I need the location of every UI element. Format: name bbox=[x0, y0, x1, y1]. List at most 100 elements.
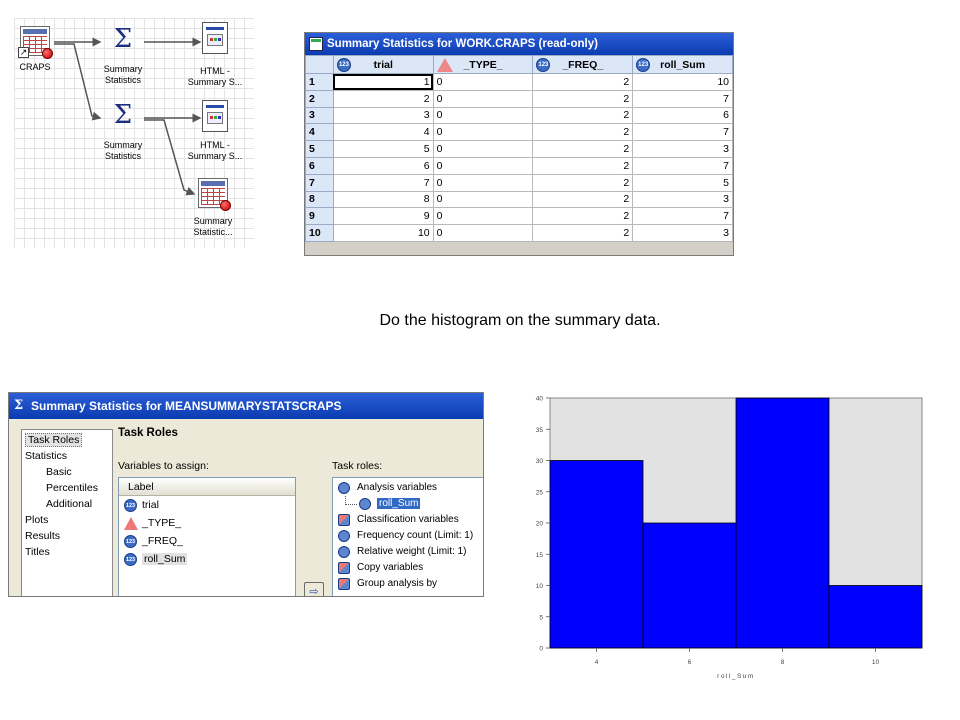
cell-freq[interactable]: 2 bbox=[532, 123, 634, 142]
nav-item-plots[interactable]: Plots bbox=[22, 512, 112, 528]
assign-role-button[interactable]: ⇨ bbox=[304, 582, 324, 596]
table-row[interactable]: 66027 bbox=[305, 156, 733, 175]
table-row[interactable]: 88023 bbox=[305, 190, 733, 209]
nav-item-percentiles[interactable]: Percentiles bbox=[22, 480, 112, 496]
cell-type[interactable]: 0 bbox=[432, 140, 534, 158]
cell-type[interactable]: 0 bbox=[432, 73, 534, 91]
cell-trial[interactable]: 4 bbox=[332, 123, 434, 142]
cell-trial[interactable]: 2 bbox=[332, 89, 434, 108]
flow-node-html-2[interactable]: HTML - Summary S... bbox=[180, 100, 250, 162]
cell-type[interactable]: 0 bbox=[432, 173, 534, 192]
variable-item[interactable]: _TYPE_ bbox=[119, 515, 295, 532]
cell-roll-sum[interactable]: 3 bbox=[632, 190, 733, 209]
cell-trial[interactable]: 1 bbox=[332, 73, 434, 91]
cell-roll-sum[interactable]: 5 bbox=[632, 173, 733, 192]
nav-item-basic[interactable]: Basic bbox=[22, 464, 112, 480]
cell-type[interactable]: 0 bbox=[432, 123, 534, 142]
cell-freq[interactable]: 2 bbox=[532, 140, 634, 158]
cell-trial[interactable]: 3 bbox=[332, 106, 434, 125]
cell-freq[interactable]: 2 bbox=[532, 207, 634, 226]
cell-freq[interactable]: 2 bbox=[532, 156, 634, 175]
column-header-trial[interactable]: 123 trial bbox=[332, 55, 434, 74]
task-role-item[interactable]: Classification variables bbox=[333, 512, 483, 528]
cell-roll-sum[interactable]: 10 bbox=[632, 73, 733, 91]
row-number[interactable]: 7 bbox=[305, 173, 334, 192]
task-role-item[interactable]: Analysis variables bbox=[333, 480, 483, 496]
nav-item-results[interactable]: Results bbox=[22, 528, 112, 544]
column-header-freq[interactable]: 123 _FREQ_ bbox=[532, 55, 634, 74]
cell-trial[interactable]: 9 bbox=[332, 207, 434, 226]
cell-freq[interactable]: 2 bbox=[532, 190, 634, 209]
cell-roll-sum[interactable]: 7 bbox=[632, 156, 733, 175]
flow-node-summary-statistics-2[interactable]: Σ Summary Statistics bbox=[88, 100, 158, 162]
column-header-type[interactable]: _TYPE_ bbox=[432, 55, 534, 74]
row-header-corner bbox=[305, 55, 334, 74]
task-role-item[interactable]: Relative weight (Limit: 1) bbox=[333, 544, 483, 560]
cell-trial[interactable]: 10 bbox=[332, 224, 434, 242]
task-role-item[interactable]: Copy variables bbox=[333, 560, 483, 576]
table-row[interactable]: 33026 bbox=[305, 106, 733, 125]
cell-trial[interactable]: 7 bbox=[332, 173, 434, 192]
assigned-variable[interactable]: roll_Sum bbox=[333, 496, 483, 512]
row-number[interactable]: 8 bbox=[305, 190, 334, 209]
task-role-item[interactable]: Frequency count (Limit: 1) bbox=[333, 528, 483, 544]
html-report-icon bbox=[202, 22, 228, 54]
table-row[interactable]: 44027 bbox=[305, 123, 733, 142]
cell-type[interactable]: 0 bbox=[432, 224, 534, 242]
cell-roll-sum[interactable]: 7 bbox=[632, 123, 733, 142]
cell-type[interactable]: 0 bbox=[432, 156, 534, 175]
table-row[interactable]: 77025 bbox=[305, 173, 733, 192]
y-tick-label: 15 bbox=[536, 552, 544, 559]
flow-node-html-1[interactable]: HTML - Summary S... bbox=[180, 22, 250, 88]
variable-item[interactable]: 123 trial bbox=[119, 497, 295, 514]
cell-trial[interactable]: 5 bbox=[332, 140, 434, 158]
table-row[interactable]: 99027 bbox=[305, 207, 733, 226]
table-row[interactable]: 10 10 0 2 3 bbox=[305, 224, 733, 242]
cell-type[interactable]: 0 bbox=[432, 89, 534, 108]
nav-item-additional[interactable]: Additional bbox=[22, 496, 112, 512]
row-number[interactable]: 9 bbox=[305, 207, 334, 226]
row-number[interactable]: 4 bbox=[305, 123, 334, 142]
cell-freq[interactable]: 2 bbox=[532, 106, 634, 125]
row-number[interactable]: 10 bbox=[305, 224, 334, 242]
cell-freq[interactable]: 2 bbox=[532, 73, 634, 91]
cell-roll-sum[interactable]: 6 bbox=[632, 106, 733, 125]
variable-label: roll_Sum bbox=[142, 553, 188, 565]
flow-node-craps[interactable]: ↗ CRAPS bbox=[14, 26, 70, 73]
task-role-label: Analysis variables bbox=[357, 482, 438, 493]
row-number[interactable]: 5 bbox=[305, 140, 334, 158]
variable-item[interactable]: 123 _FREQ_ bbox=[119, 533, 295, 550]
cell-freq[interactable]: 2 bbox=[532, 224, 634, 242]
row-number[interactable]: 3 bbox=[305, 106, 334, 125]
cell-trial[interactable]: 6 bbox=[332, 156, 434, 175]
task-role-item[interactable]: Group analysis by bbox=[333, 576, 483, 592]
cell-roll-sum[interactable]: 3 bbox=[632, 140, 733, 158]
cell-type[interactable]: 0 bbox=[432, 190, 534, 209]
cell-freq[interactable]: 2 bbox=[532, 173, 634, 192]
cell-roll-sum[interactable]: 3 bbox=[632, 224, 733, 242]
row-number[interactable]: 2 bbox=[305, 89, 334, 108]
flow-node-summary-output[interactable]: Summary Statistic... bbox=[178, 178, 248, 238]
cell-roll-sum[interactable]: 7 bbox=[632, 207, 733, 226]
table-row[interactable]: 1 1 0 2 10 bbox=[305, 73, 733, 91]
task-roles-list: Analysis variables roll_Sum Classification… bbox=[332, 477, 483, 596]
row-number[interactable]: 6 bbox=[305, 156, 334, 175]
y-tick-label: 10 bbox=[536, 583, 544, 590]
nav-item-task-roles[interactable]: Task Roles bbox=[22, 432, 112, 448]
y-tick-label: 20 bbox=[536, 521, 544, 528]
nav-item-titles[interactable]: Titles bbox=[22, 544, 112, 560]
cell-freq[interactable]: 2 bbox=[532, 89, 634, 108]
nav-item-statistics[interactable]: Statistics bbox=[22, 448, 112, 464]
cell-roll-sum[interactable]: 7 bbox=[632, 89, 733, 108]
row-number[interactable]: 1 bbox=[305, 73, 334, 91]
flow-node-summary-statistics-1[interactable]: Σ Summary Statistics bbox=[88, 24, 158, 86]
table-row[interactable]: 55023 bbox=[305, 140, 733, 158]
variables-column-header[interactable]: Label bbox=[119, 478, 295, 496]
table-row[interactable]: 22027 bbox=[305, 89, 733, 108]
cell-type[interactable]: 0 bbox=[432, 106, 534, 125]
variable-item[interactable]: 123 roll_Sum bbox=[119, 551, 295, 568]
character-column-icon bbox=[436, 58, 453, 72]
column-header-roll-sum[interactable]: 123 roll_Sum bbox=[632, 55, 733, 74]
cell-trial[interactable]: 8 bbox=[332, 190, 434, 209]
cell-type[interactable]: 0 bbox=[432, 207, 534, 226]
